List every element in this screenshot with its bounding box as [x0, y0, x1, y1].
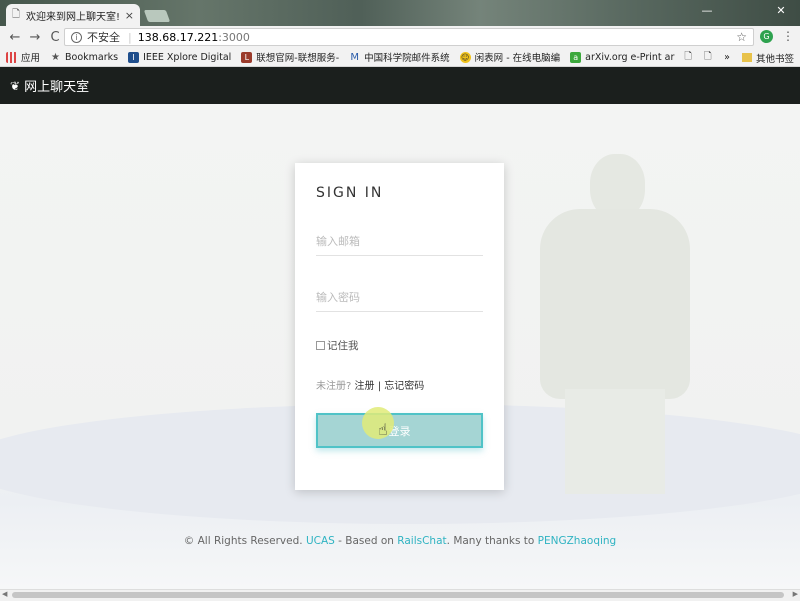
star-icon: ★ — [51, 51, 60, 63]
bookmark-cas-mail[interactable]: M 中国科学院邮件系统 — [349, 50, 450, 65]
browser-titlebar: 🗋 欢迎来到网上聊天室! × — ✕ — [0, 0, 800, 26]
bookmark-apps[interactable]: 应用 — [6, 50, 40, 64]
insecure-label: 不安全 — [87, 31, 120, 44]
footer-railschat-link[interactable]: RailsChat — [397, 535, 446, 547]
bookmark-file-icon[interactable]: 🗋 — [704, 49, 712, 65]
remember-me[interactable]: 记住我 — [316, 338, 359, 353]
login-title: SIGN IN — [316, 185, 384, 201]
browser-tab[interactable]: 🗋 欢迎来到网上聊天室! × — [6, 4, 140, 26]
apps-icon — [6, 51, 17, 63]
footer-author-link[interactable]: PENGZhaoqing — [538, 535, 617, 547]
page-footer: © All Rights Reserved. UCAS - Based on R… — [0, 535, 800, 547]
login-card: SIGN IN 输入邮箱 输入密码 记住我 未注册? 注册 | 忘记密码 登录 — [295, 163, 504, 490]
smile-icon: ☺ — [459, 51, 471, 63]
bookmark-label: Bookmarks — [65, 51, 119, 63]
back-icon[interactable]: ← — [6, 28, 24, 46]
site-navbar: ❦ 网上聊天室 — [0, 67, 800, 104]
folder-icon — [741, 53, 752, 62]
bookmark-label: 联想官网-联想服务- — [256, 53, 340, 64]
url-port: :3000 — [218, 30, 250, 44]
bookmarks-overflow-icon[interactable]: » — [724, 52, 730, 63]
extension-icon[interactable]: G — [760, 30, 773, 43]
scroll-left-icon[interactable]: ◀ — [2, 590, 7, 598]
background-person — [530, 154, 705, 494]
person-legs — [565, 389, 665, 494]
leaf-icon: ❦ — [10, 78, 21, 93]
url-separator: | — [128, 30, 132, 44]
forward-icon[interactable]: → — [26, 28, 44, 46]
bookmark-file-icon[interactable]: 🗋 — [684, 49, 692, 65]
other-bookmarks[interactable]: 其他书签 — [756, 51, 794, 65]
footer-ucas-link[interactable]: UCAS — [306, 535, 335, 547]
url-bar[interactable]: i 不安全 | 138.68.17.221 :3000 ☆ — [64, 28, 754, 46]
info-icon[interactable]: i — [71, 31, 82, 43]
scroll-right-icon[interactable]: ▶ — [793, 590, 798, 598]
remember-checkbox[interactable] — [316, 341, 325, 350]
not-registered-text: 未注册? — [316, 381, 352, 392]
forgot-password-link[interactable]: 忘记密码 — [384, 381, 424, 392]
reload-icon[interactable]: C — [46, 28, 64, 46]
bookmark-label: 中国科学院邮件系统 — [364, 53, 450, 64]
hand-cursor-icon: ☝ — [378, 420, 388, 439]
scrollbar-thumb[interactable] — [12, 592, 784, 598]
mail-icon: M — [350, 51, 359, 63]
account-links: 未注册? 注册 | 忘记密码 — [316, 377, 424, 392]
footer-thanks: . Many thanks to — [446, 535, 535, 547]
bookmark-label: IEEE Xplore Digital — [143, 51, 232, 63]
bookmark-label: 闲表网 - 在线电脑编 — [474, 53, 561, 64]
tab-close-icon[interactable]: × — [125, 9, 134, 22]
bookmark-label: arXiv.org e-Print ar — [585, 51, 675, 63]
login-button[interactable]: 登录 — [316, 413, 483, 448]
bookmark-lenovo[interactable]: L 联想官网-联想服务- — [241, 50, 339, 64]
footer-copyright: © All Rights Reserved. — [183, 535, 303, 547]
browser-toolbar: ← → C i 不安全 | 138.68.17.221 :3000 ☆ — [0, 26, 800, 48]
url-host: 138.68.17.221 — [137, 30, 219, 44]
page-icon: 🗋 — [12, 8, 21, 20]
window-close-button[interactable]: ✕ — [764, 0, 798, 20]
horizontal-scrollbar[interactable]: ◀ ▶ — [0, 589, 800, 601]
bookmark-star-icon[interactable]: ☆ — [736, 30, 747, 44]
person-torso — [540, 209, 690, 399]
browser-menu-icon[interactable]: ⋮ — [782, 29, 794, 43]
email-input[interactable]: 输入邮箱 — [316, 226, 483, 256]
register-link[interactable]: 注册 — [355, 381, 375, 392]
links-divider: | — [377, 381, 382, 392]
bookmarks-bar: 应用 ★ Bookmarks I IEEE Xplore Digital L 联… — [0, 48, 800, 67]
remember-label: 记住我 — [327, 340, 359, 352]
bookmark-arxiv[interactable]: a arXiv.org e-Print ar — [570, 51, 675, 63]
bookmark-bookmarks[interactable]: ★ Bookmarks — [50, 52, 118, 63]
new-tab-button[interactable] — [143, 10, 171, 22]
footer-based-on: - Based on — [338, 535, 394, 547]
ieee-icon: I — [128, 51, 140, 63]
bookmark-ieee[interactable]: I IEEE Xplore Digital — [128, 51, 232, 63]
bookmark-xianbiao[interactable]: ☺ 闲表网 - 在线电脑编 — [459, 50, 561, 64]
arxiv-icon: a — [570, 51, 582, 63]
lenovo-icon: L — [241, 51, 253, 63]
password-input[interactable]: 输入密码 — [316, 282, 483, 312]
site-brand[interactable]: 网上聊天室 — [24, 76, 89, 95]
minimize-button[interactable]: — — [690, 0, 724, 20]
bookmark-label: 应用 — [21, 53, 41, 64]
tab-title: 欢迎来到网上聊天室! — [26, 11, 121, 23]
